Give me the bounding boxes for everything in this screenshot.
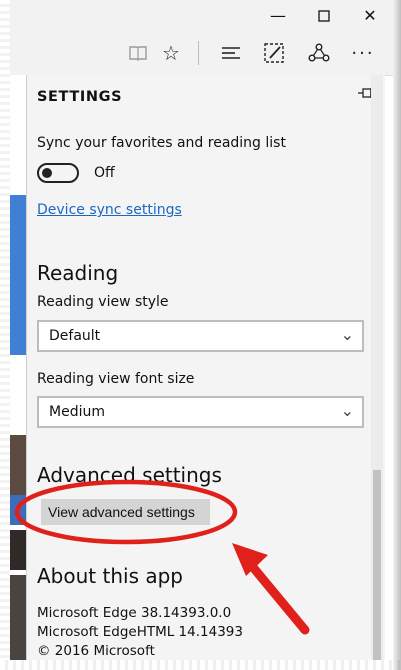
reading-view-font-size-value: Medium bbox=[49, 404, 105, 420]
browser-toolbar: ☆ ··· bbox=[8, 31, 393, 76]
sync-toggle-state: Off bbox=[94, 165, 115, 181]
sync-label: Sync your favorites and reading list bbox=[37, 135, 286, 151]
view-advanced-settings-button[interactable]: View advanced settings bbox=[41, 499, 210, 525]
view-advanced-settings-label: View advanced settings bbox=[48, 504, 195, 520]
share-icon[interactable] bbox=[304, 39, 334, 67]
torn-edge-left bbox=[0, 0, 10, 670]
more-icon[interactable]: ··· bbox=[348, 39, 378, 67]
scrollbar-thumb[interactable] bbox=[373, 470, 381, 670]
sync-toggle[interactable] bbox=[37, 163, 79, 183]
minimize-icon[interactable]: — bbox=[255, 0, 301, 31]
chevron-down-icon: ⌄ bbox=[340, 401, 354, 420]
reading-heading: Reading bbox=[37, 261, 119, 285]
reading-view-style-label: Reading view style bbox=[37, 294, 169, 310]
settings-panel: SETTINGS Sync your favorites and reading… bbox=[26, 75, 385, 670]
web-note-icon[interactable] bbox=[259, 39, 289, 67]
book-glyph bbox=[129, 46, 147, 61]
maximize-icon[interactable] bbox=[301, 0, 347, 31]
about-this-app-heading: About this app bbox=[37, 564, 183, 588]
hub-icon[interactable] bbox=[216, 39, 246, 67]
reading-view-icon[interactable] bbox=[123, 39, 153, 67]
favorite-star-icon[interactable]: ☆ bbox=[156, 39, 186, 67]
page-graphic bbox=[8, 195, 26, 355]
reading-view-style-value: Default bbox=[49, 328, 101, 344]
about-edgehtml-version: Microsoft EdgeHTML 14.14393 bbox=[37, 624, 243, 640]
screenshot-frame: — ✕ ☆ ··· SETTINGS Sync your favorites a… bbox=[0, 0, 401, 670]
about-edge-version: Microsoft Edge 38.14393.0.0 bbox=[37, 605, 232, 621]
reading-view-font-size-select[interactable]: Medium ⌄ bbox=[37, 396, 364, 428]
page-graphic bbox=[8, 530, 26, 570]
close-icon[interactable]: ✕ bbox=[347, 0, 393, 31]
settings-title: SETTINGS bbox=[37, 89, 123, 105]
torn-edge-bottom bbox=[0, 660, 401, 670]
toolbar-separator bbox=[198, 41, 199, 65]
hub-lines bbox=[222, 47, 240, 59]
maximize-square bbox=[318, 9, 330, 22]
device-sync-settings-link[interactable]: Device sync settings bbox=[37, 202, 182, 218]
about-copyright: © 2016 Microsoft bbox=[37, 643, 155, 659]
shadow-edge-right bbox=[393, 0, 401, 670]
web-note-glyph bbox=[264, 43, 284, 63]
page-graphic bbox=[8, 495, 26, 525]
reading-view-font-size-label: Reading view font size bbox=[37, 371, 195, 387]
advanced-settings-heading: Advanced settings bbox=[37, 463, 222, 487]
toggle-knob bbox=[42, 168, 52, 178]
reading-view-style-select[interactable]: Default ⌄ bbox=[37, 320, 364, 352]
page-graphic bbox=[8, 575, 26, 670]
chevron-down-icon: ⌄ bbox=[340, 325, 354, 344]
share-glyph bbox=[308, 43, 330, 62]
page-graphic bbox=[8, 435, 26, 495]
title-bar: — ✕ bbox=[8, 0, 393, 31]
panel-scrollbar[interactable] bbox=[371, 75, 383, 670]
background-webpage bbox=[8, 75, 26, 670]
